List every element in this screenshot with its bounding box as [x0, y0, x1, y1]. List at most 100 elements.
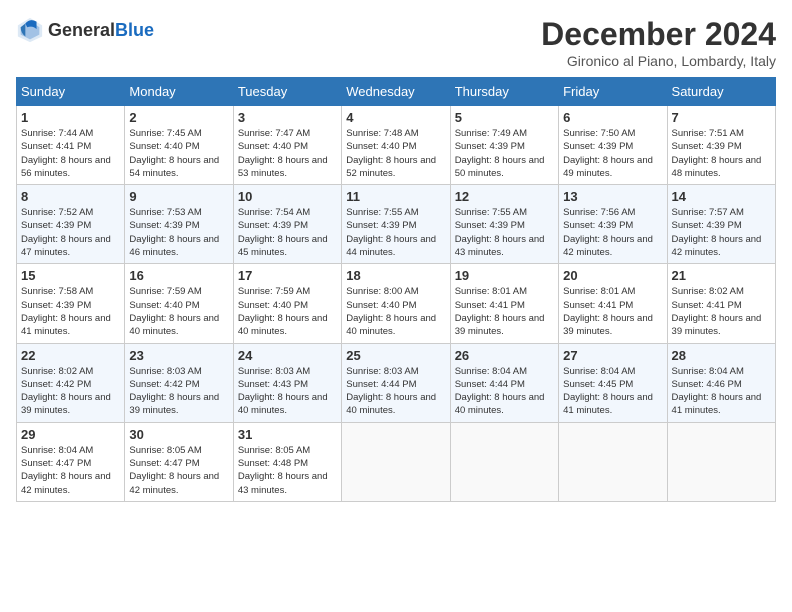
day-number: 21	[672, 268, 771, 283]
day-number: 23	[129, 348, 228, 363]
day-number: 12	[455, 189, 554, 204]
logo-blue: Blue	[115, 20, 154, 40]
day-cell	[342, 422, 450, 501]
header: GeneralBlue December 2024 Gironico al Pi…	[16, 16, 776, 69]
day-info: Sunrise: 8:05 AMSunset: 4:48 PMDaylight:…	[238, 444, 337, 497]
day-number: 18	[346, 268, 445, 283]
day-cell: 16 Sunrise: 7:59 AMSunset: 4:40 PMDayligh…	[125, 264, 233, 343]
day-header-sunday: Sunday	[17, 78, 125, 106]
day-info: Sunrise: 7:59 AMSunset: 4:40 PMDaylight:…	[129, 285, 228, 338]
day-number: 20	[563, 268, 662, 283]
day-cell: 22 Sunrise: 8:02 AMSunset: 4:42 PMDayligh…	[17, 343, 125, 422]
day-number: 30	[129, 427, 228, 442]
week-row-1: 1Sunrise: 7:44 AMSunset: 4:41 PMDaylight…	[17, 106, 776, 185]
day-number: 15	[21, 268, 120, 283]
day-cell: 11 Sunrise: 7:55 AMSunset: 4:39 PMDayligh…	[342, 185, 450, 264]
day-number: 11	[346, 189, 445, 204]
day-cell: 2 Sunrise: 7:45 AMSunset: 4:40 PMDaylight…	[125, 106, 233, 185]
day-number: 26	[455, 348, 554, 363]
week-row-5: 29 Sunrise: 8:04 AMSunset: 4:47 PMDayligh…	[17, 422, 776, 501]
day-info: Sunrise: 8:00 AMSunset: 4:40 PMDaylight:…	[346, 285, 445, 338]
week-row-4: 22 Sunrise: 8:02 AMSunset: 4:42 PMDayligh…	[17, 343, 776, 422]
day-cell: 15 Sunrise: 7:58 AMSunset: 4:39 PMDayligh…	[17, 264, 125, 343]
day-info: Sunrise: 8:05 AMSunset: 4:47 PMDaylight:…	[129, 444, 228, 497]
day-number: 28	[672, 348, 771, 363]
day-cell: 12 Sunrise: 7:55 AMSunset: 4:39 PMDayligh…	[450, 185, 558, 264]
day-number: 17	[238, 268, 337, 283]
day-cell: 5 Sunrise: 7:49 AMSunset: 4:39 PMDaylight…	[450, 106, 558, 185]
day-info: Sunrise: 7:50 AMSunset: 4:39 PMDaylight:…	[563, 127, 662, 180]
day-cell: 23 Sunrise: 8:03 AMSunset: 4:42 PMDayligh…	[125, 343, 233, 422]
day-number: 31	[238, 427, 337, 442]
calendar-subtitle: Gironico al Piano, Lombardy, Italy	[541, 53, 776, 69]
day-info: Sunrise: 7:44 AMSunset: 4:41 PMDaylight:…	[21, 127, 120, 180]
day-number: 6	[563, 110, 662, 125]
title-area: December 2024 Gironico al Piano, Lombard…	[541, 16, 776, 69]
day-number: 27	[563, 348, 662, 363]
day-number: 19	[455, 268, 554, 283]
day-info: Sunrise: 8:03 AMSunset: 4:42 PMDaylight:…	[129, 365, 228, 418]
day-info: Sunrise: 8:03 AMSunset: 4:43 PMDaylight:…	[238, 365, 337, 418]
day-info: Sunrise: 8:03 AMSunset: 4:44 PMDaylight:…	[346, 365, 445, 418]
day-cell: 19 Sunrise: 8:01 AMSunset: 4:41 PMDayligh…	[450, 264, 558, 343]
day-info: Sunrise: 8:04 AMSunset: 4:46 PMDaylight:…	[672, 365, 771, 418]
day-info: Sunrise: 8:02 AMSunset: 4:42 PMDaylight:…	[21, 365, 120, 418]
logo-general: General	[48, 20, 115, 40]
day-header-monday: Monday	[125, 78, 233, 106]
day-info: Sunrise: 8:01 AMSunset: 4:41 PMDaylight:…	[563, 285, 662, 338]
day-number: 5	[455, 110, 554, 125]
day-cell: 27Sunrise: 8:04 AMSunset: 4:45 PMDayligh…	[559, 343, 667, 422]
day-cell: 7Sunrise: 7:51 AMSunset: 4:39 PMDaylight…	[667, 106, 775, 185]
logo: GeneralBlue	[16, 16, 154, 44]
day-header-tuesday: Tuesday	[233, 78, 341, 106]
day-cell: 1Sunrise: 7:44 AMSunset: 4:41 PMDaylight…	[17, 106, 125, 185]
day-info: Sunrise: 8:04 AMSunset: 4:47 PMDaylight:…	[21, 444, 120, 497]
day-cell: 30 Sunrise: 8:05 AMSunset: 4:47 PMDayligh…	[125, 422, 233, 501]
calendar-title: December 2024	[541, 16, 776, 53]
day-cell: 8 Sunrise: 7:52 AMSunset: 4:39 PMDaylight…	[17, 185, 125, 264]
day-info: Sunrise: 7:55 AMSunset: 4:39 PMDaylight:…	[455, 206, 554, 259]
day-cell: 24 Sunrise: 8:03 AMSunset: 4:43 PMDayligh…	[233, 343, 341, 422]
day-number: 3	[238, 110, 337, 125]
day-number: 8	[21, 189, 120, 204]
day-number: 9	[129, 189, 228, 204]
day-info: Sunrise: 7:45 AMSunset: 4:40 PMDaylight:…	[129, 127, 228, 180]
day-cell: 31 Sunrise: 8:05 AMSunset: 4:48 PMDayligh…	[233, 422, 341, 501]
day-number: 7	[672, 110, 771, 125]
day-number: 13	[563, 189, 662, 204]
day-info: Sunrise: 7:55 AMSunset: 4:39 PMDaylight:…	[346, 206, 445, 259]
day-info: Sunrise: 7:59 AMSunset: 4:40 PMDaylight:…	[238, 285, 337, 338]
day-cell: 25Sunrise: 8:03 AMSunset: 4:44 PMDayligh…	[342, 343, 450, 422]
day-number: 2	[129, 110, 228, 125]
day-cell: 20 Sunrise: 8:01 AMSunset: 4:41 PMDayligh…	[559, 264, 667, 343]
day-info: Sunrise: 8:02 AMSunset: 4:41 PMDaylight:…	[672, 285, 771, 338]
day-header-wednesday: Wednesday	[342, 78, 450, 106]
day-info: Sunrise: 8:04 AMSunset: 4:44 PMDaylight:…	[455, 365, 554, 418]
day-cell	[559, 422, 667, 501]
day-info: Sunrise: 7:47 AMSunset: 4:40 PMDaylight:…	[238, 127, 337, 180]
week-row-2: 8 Sunrise: 7:52 AMSunset: 4:39 PMDaylight…	[17, 185, 776, 264]
day-info: Sunrise: 7:56 AMSunset: 4:39 PMDaylight:…	[563, 206, 662, 259]
day-number: 4	[346, 110, 445, 125]
day-info: Sunrise: 8:01 AMSunset: 4:41 PMDaylight:…	[455, 285, 554, 338]
day-header-thursday: Thursday	[450, 78, 558, 106]
week-row-3: 15 Sunrise: 7:58 AMSunset: 4:39 PMDayligh…	[17, 264, 776, 343]
day-info: Sunrise: 7:57 AMSunset: 4:39 PMDaylight:…	[672, 206, 771, 259]
day-cell	[450, 422, 558, 501]
day-cell: 29 Sunrise: 8:04 AMSunset: 4:47 PMDayligh…	[17, 422, 125, 501]
day-cell: 21 Sunrise: 8:02 AMSunset: 4:41 PMDayligh…	[667, 264, 775, 343]
logo-icon	[16, 16, 44, 44]
day-number: 29	[21, 427, 120, 442]
day-info: Sunrise: 7:49 AMSunset: 4:39 PMDaylight:…	[455, 127, 554, 180]
day-header-saturday: Saturday	[667, 78, 775, 106]
day-number: 16	[129, 268, 228, 283]
day-cell: 6 Sunrise: 7:50 AMSunset: 4:39 PMDaylight…	[559, 106, 667, 185]
day-number: 24	[238, 348, 337, 363]
day-cell: 10Sunrise: 7:54 AMSunset: 4:39 PMDayligh…	[233, 185, 341, 264]
day-info: Sunrise: 7:58 AMSunset: 4:39 PMDaylight:…	[21, 285, 120, 338]
day-number: 22	[21, 348, 120, 363]
day-cell: 28 Sunrise: 8:04 AMSunset: 4:46 PMDayligh…	[667, 343, 775, 422]
day-info: Sunrise: 7:53 AMSunset: 4:39 PMDaylight:…	[129, 206, 228, 259]
day-info: Sunrise: 7:52 AMSunset: 4:39 PMDaylight:…	[21, 206, 120, 259]
calendar-table: SundayMondayTuesdayWednesdayThursdayFrid…	[16, 77, 776, 502]
